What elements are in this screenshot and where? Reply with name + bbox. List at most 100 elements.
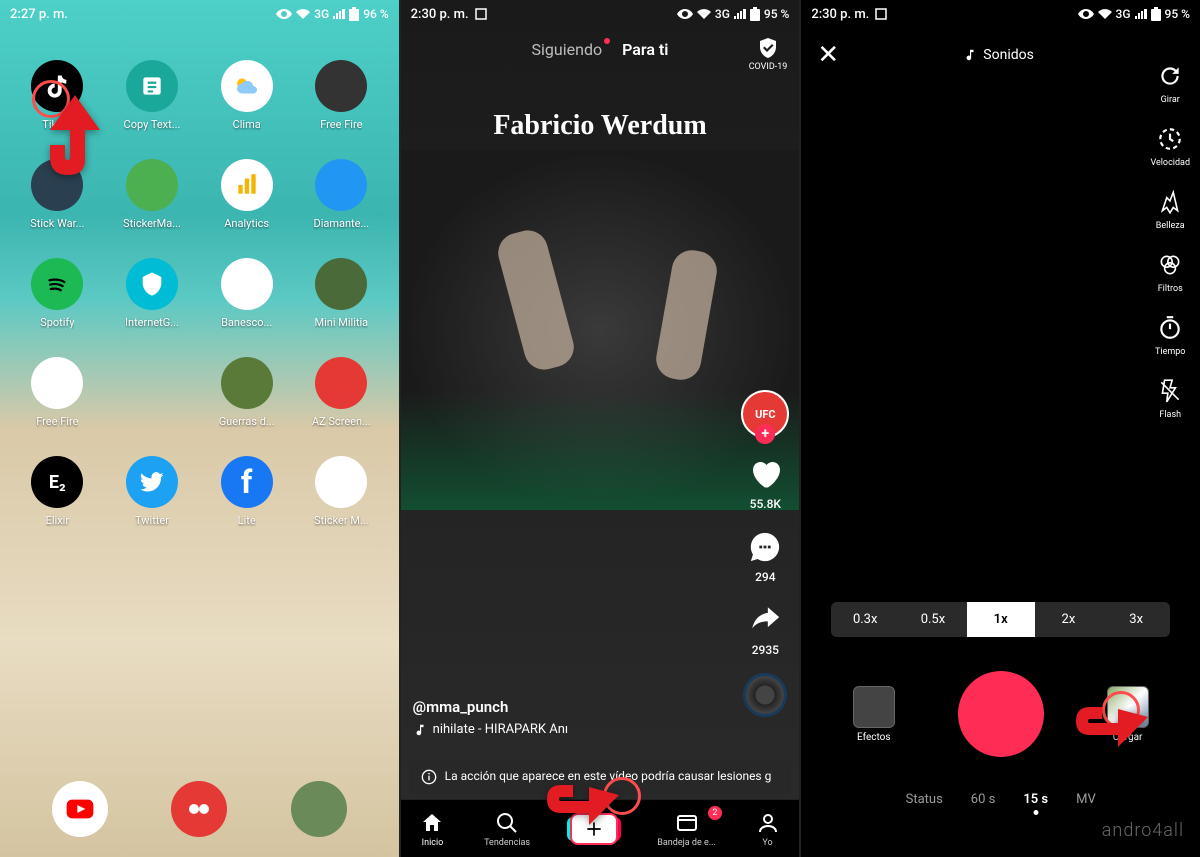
app-label: InternetG... (125, 316, 179, 329)
app-lite[interactable]: fLite (205, 456, 288, 527)
nav-profile[interactable]: Yo (756, 810, 780, 848)
status-bar: 2:27 p. m. 3G 96 % (0, 0, 399, 28)
speed-2x[interactable]: 2x (1035, 602, 1103, 637)
filters-icon (1154, 249, 1186, 281)
covid-button[interactable]: COVID-19 (749, 36, 788, 72)
mode-MV[interactable]: MV (1076, 792, 1096, 807)
app-stickerm[interactable]: Sticker M... (300, 456, 383, 527)
app-twitter[interactable]: Twitter (111, 456, 194, 527)
flip-icon (1154, 60, 1186, 92)
tool-speed[interactable]: Velocidad (1150, 123, 1190, 168)
tool-flash[interactable]: Flash (1150, 375, 1190, 420)
share-icon (745, 600, 785, 640)
comment-icon (745, 527, 785, 567)
dock-youtube[interactable] (52, 781, 108, 837)
bottom-nav: Inicio Tendencias 2 Bandeja de e... Yo (401, 799, 800, 857)
like-button[interactable]: 55.8K (745, 454, 785, 511)
app-spotify[interactable]: Spotify (16, 258, 99, 329)
tiktok-camera-screen: 2:30 p. m. 3G 95 % ✕ Sonidos Girar Veloc… (801, 0, 1200, 857)
app-elixir[interactable]: E₂Elixir (16, 456, 99, 527)
status-time: 2:27 p. m. (10, 7, 68, 22)
tab-foryou[interactable]: Para ti (622, 40, 668, 59)
signal-icon (734, 9, 746, 19)
upload-button[interactable]: Cargar (1107, 686, 1149, 743)
app-azscreen[interactable]: AZ Screen... (300, 357, 383, 428)
watermark: andro4all (1102, 820, 1184, 841)
nav-inbox[interactable]: 2 Bandeja de e... (657, 810, 716, 848)
app-guerras[interactable]: Guerras d... (205, 357, 288, 428)
azscreen-icon (315, 357, 367, 409)
app-minimilitia[interactable]: Mini Militia (300, 258, 383, 329)
app-freefire[interactable]: Free Fire (300, 60, 383, 131)
guerras-icon (221, 357, 273, 409)
sound-disc[interactable] (743, 673, 787, 717)
mode-Status[interactable]: Status (906, 792, 943, 807)
side-actions: UFC+ 55.8K 294 2935 (741, 390, 789, 717)
banesco-icon (221, 258, 273, 310)
speed-icon (1154, 123, 1186, 155)
comment-button[interactable]: 294 (745, 527, 785, 584)
app-diamante[interactable]: Diamante... (300, 159, 383, 230)
freefire-icon (315, 60, 367, 112)
status-bar: 2:30 p. m. 3G 95 % (801, 0, 1200, 28)
upload-thumb (1107, 686, 1149, 728)
nav-home[interactable]: Inicio (420, 810, 444, 848)
app-stickwar[interactable]: Stick War... (16, 159, 99, 230)
tool-filters[interactable]: Filtros (1150, 249, 1190, 294)
app-label: AZ Screen... (312, 415, 371, 428)
app-stickermaker[interactable]: StickerMa... (111, 159, 194, 230)
clima-icon (221, 60, 273, 112)
speed-1x[interactable]: 1x (967, 602, 1035, 637)
record-button[interactable] (958, 671, 1044, 757)
app-analytics[interactable]: Analytics (205, 159, 288, 230)
video-metadata: @mma_punch nihilate - HIRAPARK Anı (413, 698, 720, 737)
speed-3x[interactable]: 3x (1102, 602, 1170, 637)
tool-beauty[interactable]: Belleza (1150, 186, 1190, 231)
mode-60s[interactable]: 60 s (971, 792, 996, 807)
warning-banner[interactable]: La acción que aparece en este vídeo podr… (409, 759, 792, 795)
flash-icon (1154, 375, 1186, 407)
tiktok-icon (31, 60, 83, 112)
dock-recorder[interactable] (171, 781, 227, 837)
tab-following[interactable]: Siguiendo (532, 40, 603, 59)
diamante-icon (315, 159, 367, 211)
app-label: Twitter (135, 514, 169, 527)
follow-plus-icon[interactable]: + (755, 424, 775, 444)
mode-15s[interactable]: 15 s (1023, 792, 1048, 807)
eye-icon (276, 9, 292, 19)
app-clima[interactable]: Clima (205, 60, 288, 131)
app-copytext[interactable]: Copy Text... (111, 60, 194, 131)
tool-flip[interactable]: Girar (1150, 60, 1190, 105)
speed-0.3x[interactable]: 0.3x (831, 602, 899, 637)
app-label: Guerras d... (219, 415, 275, 428)
video-sound[interactable]: nihilate - HIRAPARK Anı (413, 722, 720, 737)
nav-trends[interactable]: Tendencias (484, 810, 530, 848)
app-freefire2[interactable]: Free Fire (16, 357, 99, 428)
video-username[interactable]: @mma_punch (413, 698, 720, 716)
close-button[interactable]: ✕ (817, 40, 839, 70)
dock-game[interactable] (291, 781, 347, 837)
lite-icon: f (221, 456, 273, 508)
speed-0.5x[interactable]: 0.5x (899, 602, 967, 637)
app-internet[interactable]: InternetG... (111, 258, 194, 329)
wifi-icon (697, 9, 711, 19)
app-tiktok[interactable]: Tiktok (16, 60, 99, 131)
tool-timer[interactable]: Tiempo (1150, 312, 1190, 357)
battery-icon (750, 7, 760, 21)
effects-button[interactable]: Efectos (853, 686, 895, 743)
battery-icon (349, 7, 359, 21)
profile-avatar[interactable]: UFC+ (741, 390, 789, 438)
app-label: Analytics (224, 217, 269, 230)
freefire2-icon (31, 357, 83, 409)
nav-create-button[interactable] (570, 813, 618, 845)
sounds-button[interactable]: Sonidos (963, 47, 1034, 63)
app-banesco[interactable]: Banesco... (205, 258, 288, 329)
battery-icon (1151, 7, 1161, 21)
share-button[interactable]: 2935 (745, 600, 785, 657)
battery-percent: 95 % (1165, 7, 1190, 21)
beauty-icon (1154, 186, 1186, 218)
info-icon (421, 769, 437, 785)
wifi-icon (1098, 9, 1112, 19)
effects-thumb (853, 686, 895, 728)
network-label: 3G (314, 7, 329, 21)
